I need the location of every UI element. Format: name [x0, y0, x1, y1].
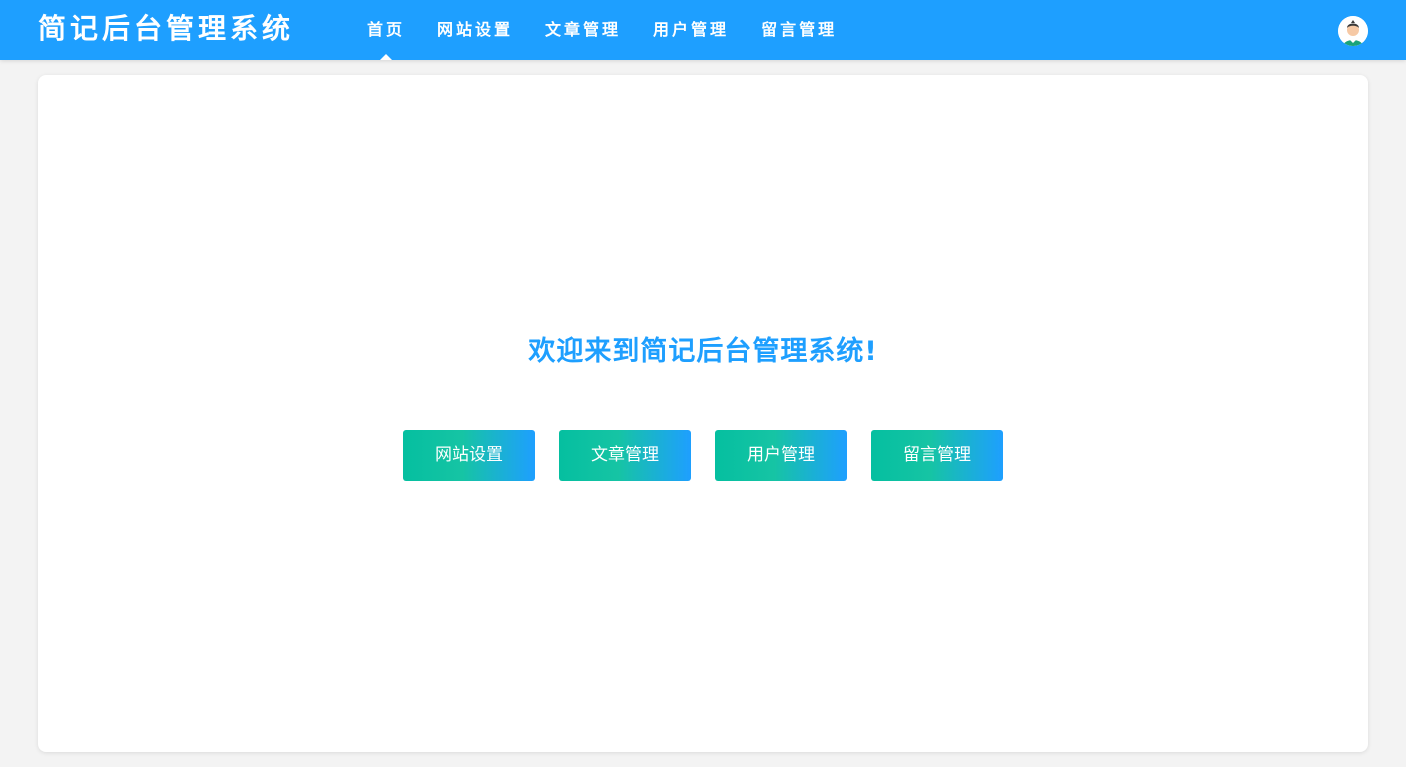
welcome-message: 欢迎来到简记后台管理系统! — [528, 336, 878, 367]
nav-item-user-management[interactable]: 用户管理 — [653, 0, 729, 60]
site-settings-button[interactable]: 网站设置 — [403, 430, 535, 481]
app-brand-title: 简记后台管理系统 — [38, 12, 295, 45]
main-nav: 首页 网站设置 文章管理 用户管理 留言管理 — [367, 0, 837, 60]
nav-item-message-management[interactable]: 留言管理 — [761, 0, 837, 60]
top-navigation-bar: 简记后台管理系统 首页 网站设置 文章管理 用户管理 留言管理 — [0, 0, 1406, 60]
main-content-card: 欢迎来到简记后台管理系统! 网站设置 文章管理 用户管理 留言管理 — [38, 75, 1368, 752]
user-management-button[interactable]: 用户管理 — [715, 430, 847, 481]
user-avatar-icon[interactable] — [1338, 16, 1368, 46]
nav-item-home[interactable]: 首页 — [367, 0, 405, 60]
nav-item-site-settings[interactable]: 网站设置 — [437, 0, 513, 60]
nav-item-article-management[interactable]: 文章管理 — [545, 0, 621, 60]
article-management-button[interactable]: 文章管理 — [559, 430, 691, 481]
quick-links: 网站设置 文章管理 用户管理 留言管理 — [403, 430, 1003, 481]
message-management-button[interactable]: 留言管理 — [871, 430, 1003, 481]
